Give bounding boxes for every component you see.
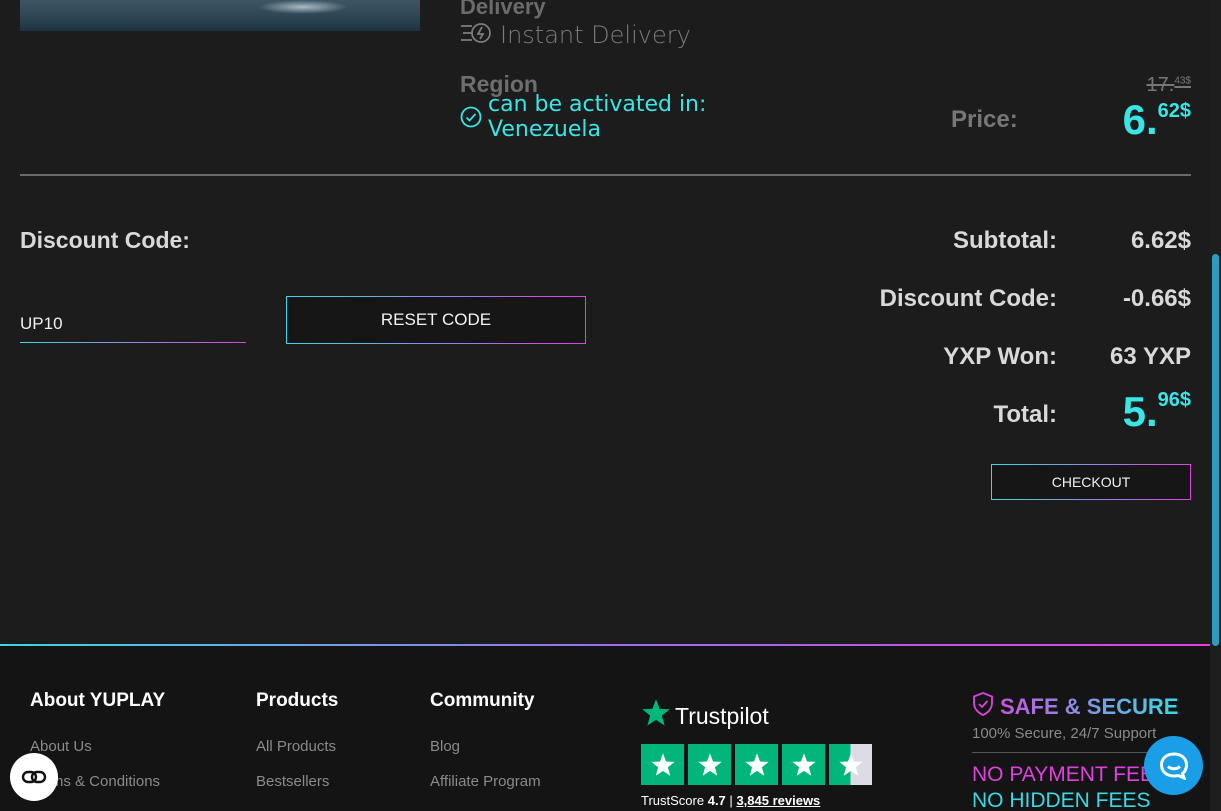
subtotal-row: Subtotal: 6.62$	[771, 227, 1191, 255]
discount-summary-value: -0.66$	[1122, 285, 1191, 312]
footer-col-community: Community Blog Affiliate Program	[430, 690, 541, 808]
safe-secure-title: SAFE & SECURE	[972, 692, 1178, 722]
star-icon	[641, 744, 684, 785]
star-icon	[782, 744, 825, 785]
accessibility-link-icon[interactable]	[10, 753, 58, 801]
yxp-label: YXP Won:	[943, 343, 1057, 370]
discount-code-input[interactable]	[20, 306, 246, 343]
reset-code-button[interactable]: RESET CODE	[286, 296, 586, 344]
total-row: Total: 5. 96$	[771, 389, 1191, 435]
checkout-button[interactable]: CHECKOUT	[991, 464, 1191, 500]
total-minor: 96$	[1157, 389, 1191, 411]
trustpilot-widget[interactable]: Trustpilot TrustScore 4.7 | 3,845 review…	[641, 698, 872, 808]
delivery-heading: Delivery	[460, 0, 546, 19]
safe-secure-subtitle: 100% Secure, 24/7 Support	[972, 725, 1172, 753]
instant-delivery-icon	[460, 20, 492, 50]
star-icon	[735, 744, 778, 785]
total-label: Total:	[993, 401, 1057, 428]
safe-secure-text: SAFE & SECURE	[1000, 694, 1179, 719]
footer-col-title: Products	[256, 690, 339, 711]
region-activation: can be activated in: Venezuela	[460, 92, 748, 142]
delivery-value: Instant Delivery	[500, 21, 691, 49]
activation-text: can be activated in: Venezuela	[488, 92, 707, 142]
no-hidden-fees: NO HIDDEN FEES	[972, 789, 1151, 811]
total-value: 5. 96$	[1057, 389, 1191, 435]
footer-col-title: Community	[430, 690, 535, 711]
footer-link-about-us[interactable]: About Us	[30, 738, 165, 755]
old-price-major: 17.	[1146, 74, 1175, 96]
footer-link-affiliate[interactable]: Affiliate Program	[430, 773, 541, 790]
price-value: 6. 62$	[1123, 96, 1191, 144]
trustscore-separator: |	[729, 793, 733, 808]
discount-row: Discount Code: -0.66$	[771, 285, 1191, 313]
trustscore-label: TrustScore	[641, 793, 705, 808]
yxp-value: 63 YXP	[1110, 343, 1191, 370]
footer-col-products: Products All Products Bestsellers	[256, 690, 338, 808]
trustpilot-stars	[641, 744, 872, 785]
footer-link-all-products[interactable]: All Products	[256, 738, 338, 755]
yxp-row: YXP Won: 63 YXP	[771, 343, 1191, 371]
price-label: Price:	[951, 106, 1018, 133]
subtotal-value: 6.62$	[1130, 227, 1191, 254]
trustpilot-label: Trustpilot	[675, 702, 769, 729]
chat-bubble-icon[interactable]	[1144, 736, 1203, 795]
discount-summary-label: Discount Code:	[879, 285, 1057, 312]
section-divider	[20, 174, 1191, 176]
old-price-minor: 43$	[1174, 75, 1191, 87]
star-icon	[688, 744, 731, 785]
total-major: 5.	[1122, 388, 1158, 435]
trustscore-value: 4.7	[707, 793, 726, 808]
discount-code-label: Discount Code:	[20, 227, 190, 253]
star-half-icon	[829, 744, 872, 785]
shield-check-icon	[972, 692, 994, 722]
price-minor: 62$	[1157, 100, 1191, 122]
old-price: 17.43$	[1147, 74, 1192, 97]
footer-col-title: About YUPLAY	[30, 690, 166, 711]
check-circle-icon	[460, 92, 482, 132]
trustpilot-reviews-link[interactable]: 3,845 reviews	[736, 793, 820, 808]
trustpilot-logo-star-icon	[641, 698, 671, 734]
footer-link-blog[interactable]: Blog	[430, 738, 541, 755]
subtotal-label: Subtotal:	[953, 227, 1057, 254]
trustpilot-score: TrustScore 4.7 | 3,845 reviews	[641, 793, 872, 808]
product-image	[20, 0, 420, 31]
trustpilot-brand: Trustpilot	[641, 698, 872, 734]
footer-link-bestsellers[interactable]: Bestsellers	[256, 773, 338, 790]
delivery-info: Instant Delivery	[460, 20, 691, 50]
price-major: 6.	[1122, 96, 1158, 143]
scrollbar-thumb[interactable]	[1212, 254, 1219, 646]
